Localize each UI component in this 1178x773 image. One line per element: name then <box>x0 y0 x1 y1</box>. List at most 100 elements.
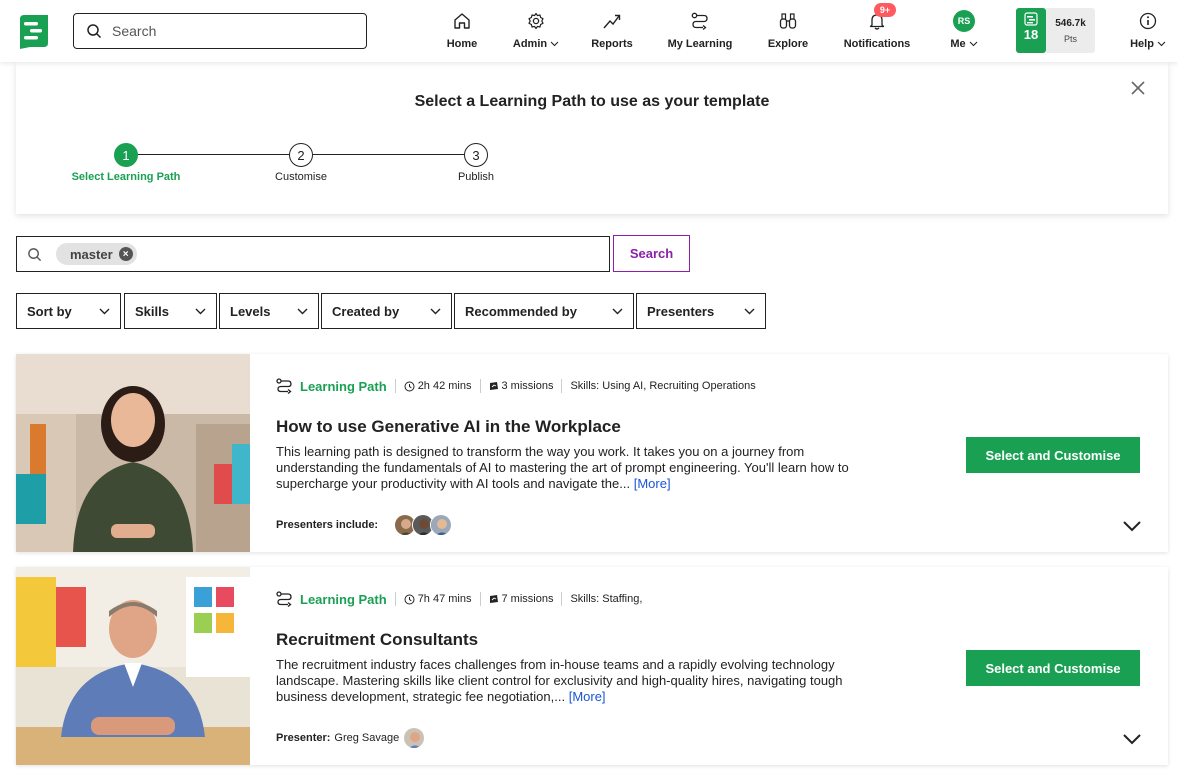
step-3-circle: 3 <box>464 143 488 167</box>
nav-help[interactable]: Help <box>1126 10 1170 54</box>
content-type-label: Learning Path <box>300 378 387 394</box>
search-icon <box>87 24 102 39</box>
notification-count-badge: 9+ <box>874 3 896 17</box>
meta-divider <box>561 379 563 393</box>
filter-presenters[interactable]: Presenters <box>636 293 766 329</box>
points-unit: Pts <box>1063 33 1077 44</box>
select-and-customise-button[interactable]: Select and Customise <box>966 650 1140 686</box>
points-display[interactable]: 546.7k Pts <box>1046 8 1095 53</box>
card-title[interactable]: How to use Generative AI in the Workplac… <box>276 417 621 437</box>
description-text: This learning path is designed to transf… <box>276 444 849 491</box>
presenters-label: Presenter: <box>276 732 331 744</box>
card-thumbnail[interactable] <box>16 354 250 552</box>
expand-chevron-icon[interactable] <box>1122 732 1142 746</box>
clock-icon <box>404 381 415 391</box>
nav-notifications[interactable]: Notifications <box>840 10 914 54</box>
stepper-line <box>138 154 302 155</box>
skills-text: Skills: Using AI, Recruiting Operations <box>570 380 756 392</box>
chevron-down-icon <box>297 308 308 314</box>
step-3-label: Publish <box>457 171 495 183</box>
filter-label: Levels <box>230 303 271 319</box>
filter-label: Created by <box>332 303 400 319</box>
nav-reports[interactable]: Reports <box>588 10 636 54</box>
search-icon <box>28 247 42 261</box>
nav-me-label: Me <box>950 38 966 50</box>
learning-path-icon <box>276 378 292 394</box>
filter-skills[interactable]: Skills <box>124 293 217 329</box>
step-2-label: Customise <box>275 171 327 183</box>
skills-text: Skills: Staffing, <box>570 593 643 605</box>
filter-sort-by[interactable]: Sort by <box>16 293 121 329</box>
chevron-down-icon <box>550 41 559 47</box>
nav-my-learning[interactable]: My Learning <box>665 10 735 54</box>
learning-path-icon <box>276 591 292 607</box>
more-link[interactable]: [More] <box>634 476 671 491</box>
search-placeholder: Search <box>112 23 157 39</box>
step-1-label: Select Learning Path <box>71 171 181 183</box>
trend-icon <box>603 14 621 29</box>
presenter-name: Greg Savage <box>334 732 400 744</box>
search-chip-label: master <box>70 246 113 262</box>
learning-path-search-input[interactable]: master × <box>16 236 610 272</box>
card-meta: Learning Path 2h 42 mins 3 missions Skil… <box>276 378 756 394</box>
meta-divider <box>479 592 481 606</box>
presenter-photo <box>16 354 250 552</box>
info-icon <box>1139 12 1157 30</box>
points-value: 546.7k <box>1055 17 1086 29</box>
meta-divider <box>479 379 481 393</box>
card-thumbnail[interactable] <box>16 567 250 765</box>
clock-icon <box>404 594 415 604</box>
description-text: The recruitment industry faces challenge… <box>276 657 843 704</box>
nav-admin[interactable]: Admin <box>508 10 564 54</box>
presenter-avatar[interactable] <box>403 727 426 749</box>
mission-icon <box>489 382 498 390</box>
duration-text: 2h 42 mins <box>417 380 472 392</box>
app-logo-mini-icon <box>1024 12 1038 26</box>
chevron-down-icon <box>969 41 978 47</box>
missions-text: 3 missions <box>501 380 554 392</box>
search-button[interactable]: Search <box>613 235 690 272</box>
card-title[interactable]: Recruitment Consultants <box>276 630 478 650</box>
chevron-down-icon <box>195 308 206 314</box>
search-chip: master × <box>56 243 137 265</box>
filter-label: Skills <box>135 303 169 319</box>
app-logo[interactable] <box>18 13 50 49</box>
presenter-avatar[interactable] <box>430 514 453 536</box>
step-1-circle: 1 <box>114 143 138 167</box>
presenters-row: Presenter: Greg Savage <box>276 727 426 749</box>
global-search-input[interactable]: Search <box>73 13 367 49</box>
meta-divider <box>394 379 396 393</box>
filter-created-by[interactable]: Created by <box>321 293 452 329</box>
close-icon[interactable] <box>1130 80 1146 96</box>
filter-levels[interactable]: Levels <box>219 293 319 329</box>
content-type-label: Learning Path <box>300 591 387 607</box>
card-description: The recruitment industry faces challenge… <box>276 657 851 705</box>
wizard-panel: Select a Learning Path to use as your te… <box>16 62 1168 214</box>
nav-my-learning-label: My Learning <box>667 38 733 50</box>
chip-remove-icon[interactable]: × <box>118 247 133 261</box>
select-and-customise-button[interactable]: Select and Customise <box>966 437 1140 473</box>
presenter-photo <box>16 567 250 765</box>
presenters-label: Presenters include: <box>276 519 379 531</box>
top-nav: Search Home Admin Reports My Learning Ex… <box>0 0 1178 62</box>
nav-reports-label: Reports <box>591 38 633 50</box>
expand-chevron-icon[interactable] <box>1122 519 1142 533</box>
home-icon <box>454 13 470 29</box>
streak-count: 18 <box>1023 27 1039 42</box>
chevron-down-icon <box>430 308 441 314</box>
nav-home[interactable]: Home <box>442 10 482 54</box>
meta-divider <box>561 592 563 606</box>
chevron-down-icon <box>1157 41 1166 47</box>
streak-badge[interactable]: 18 <box>1016 8 1046 53</box>
filter-recommended-by[interactable]: Recommended by <box>454 293 634 329</box>
duration-text: 7h 47 mins <box>417 593 472 605</box>
presenters-row: Presenters include: <box>276 514 453 536</box>
filter-label: Sort by <box>27 303 72 319</box>
more-link[interactable]: [More] <box>569 689 606 704</box>
chevron-down-icon <box>744 308 755 314</box>
nav-explore[interactable]: Explore <box>766 10 810 54</box>
card-description: This learning path is designed to transf… <box>276 444 851 492</box>
step-2-circle: 2 <box>289 143 313 167</box>
nav-me[interactable]: RS Me <box>946 10 982 54</box>
avatar: RS <box>953 10 975 32</box>
